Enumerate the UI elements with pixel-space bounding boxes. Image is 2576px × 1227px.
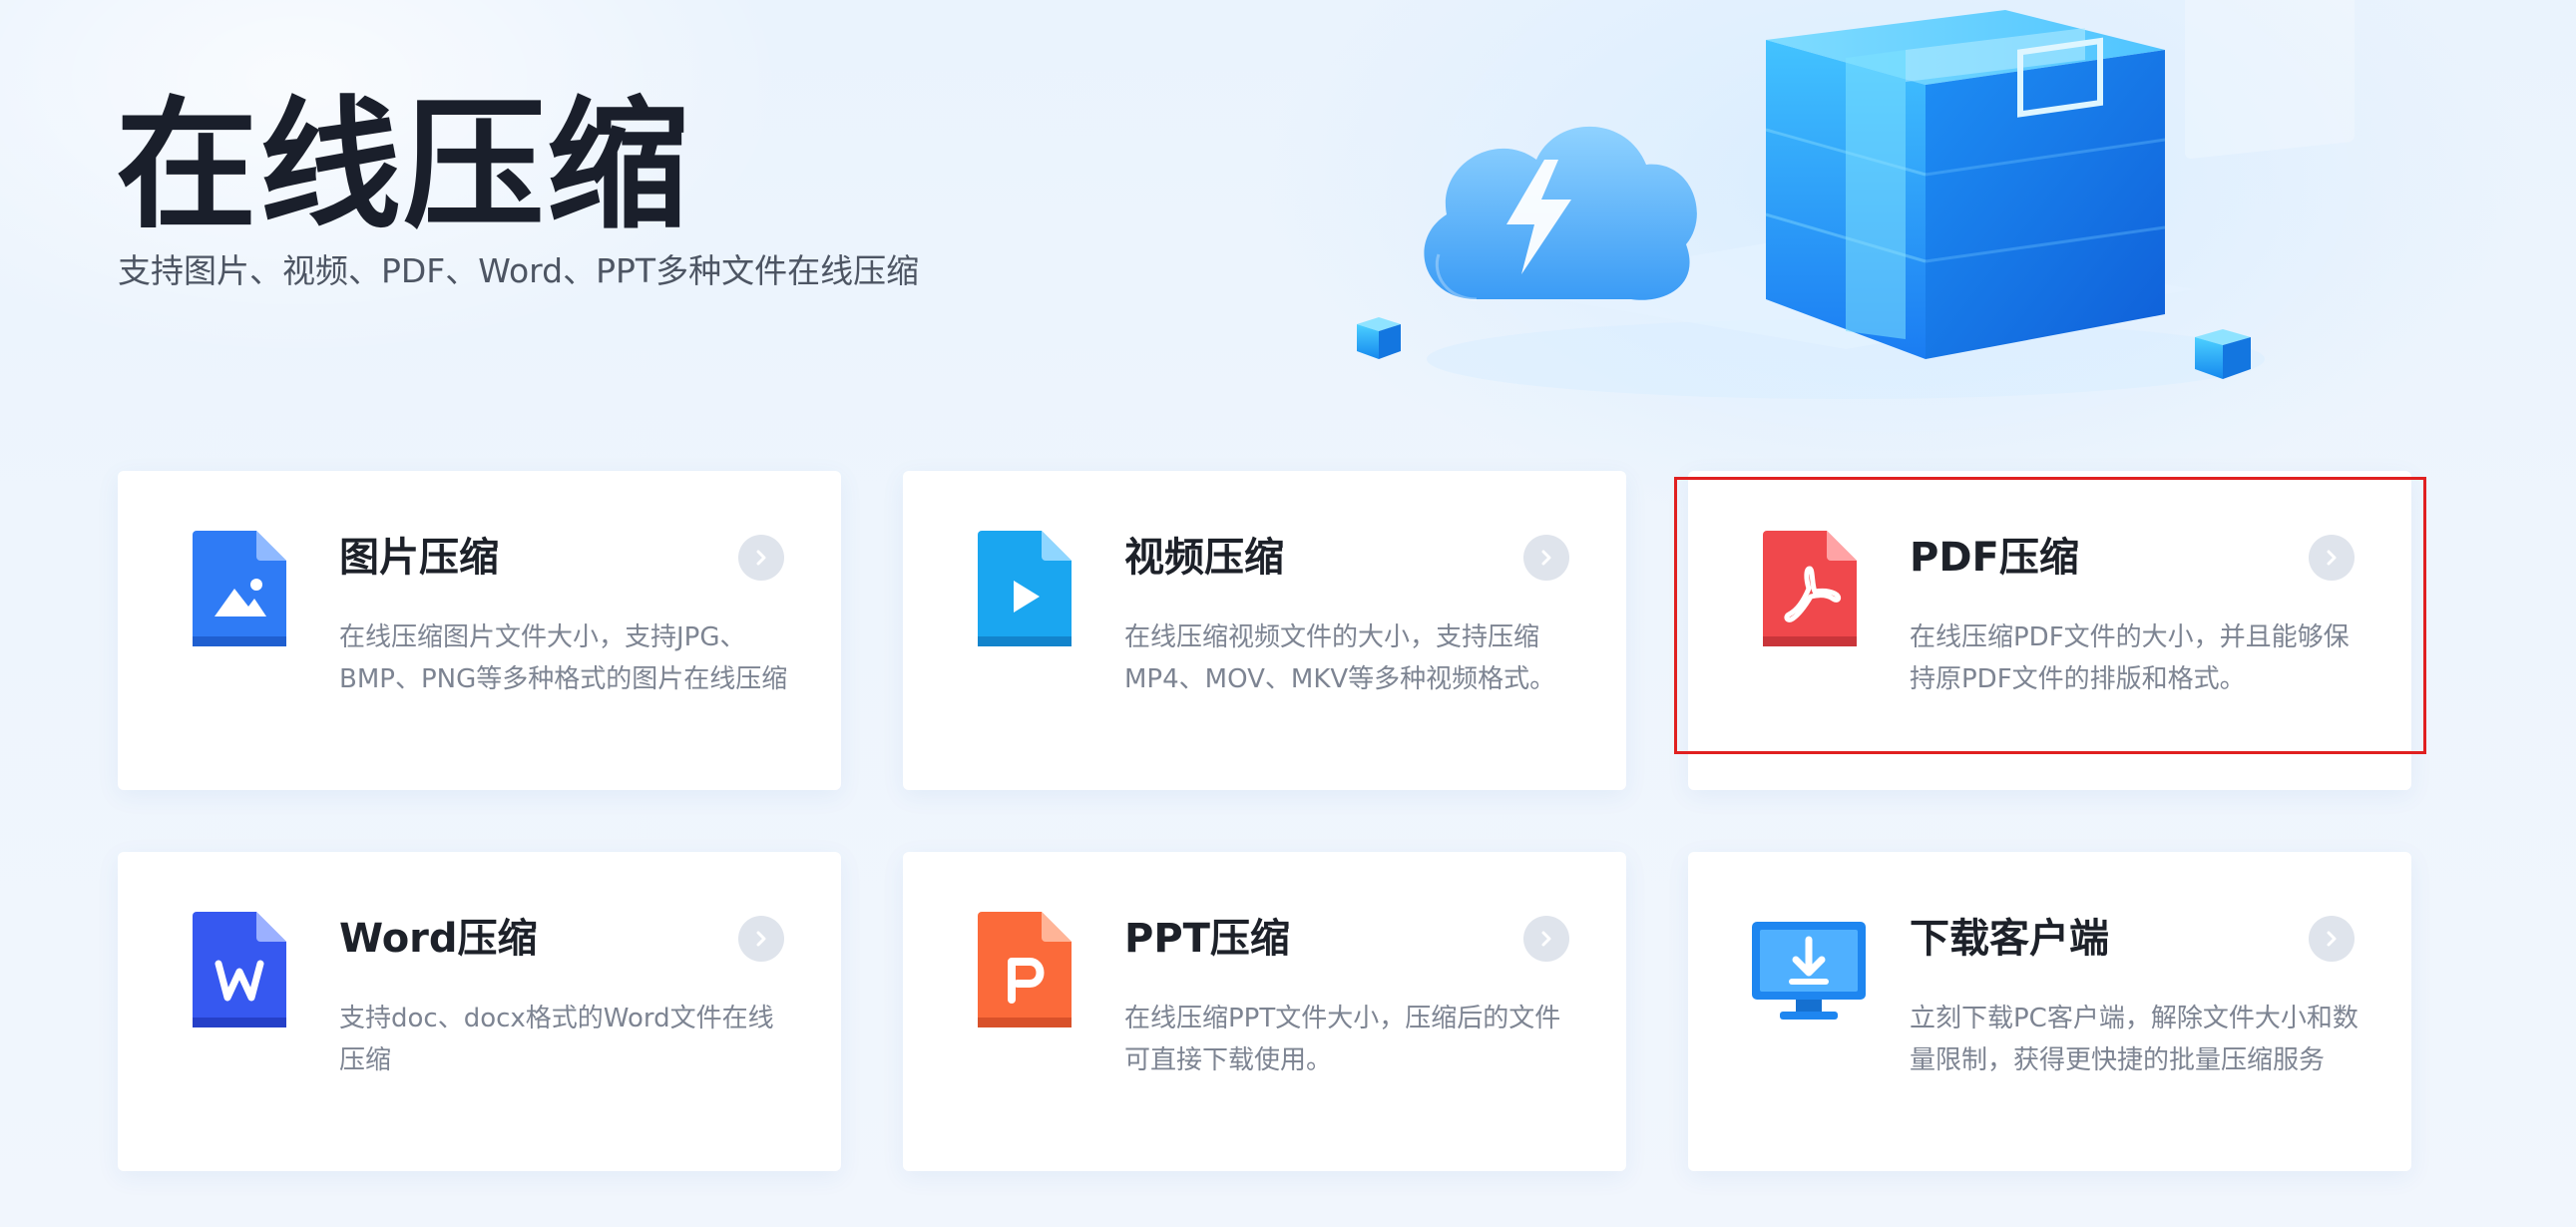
card-ppt-compress[interactable]: PPT压缩 在线压缩PPT文件大小，压缩后的文件可直接下载使用。 (903, 852, 1626, 1171)
image-file-icon (193, 531, 286, 646)
card-video-compress[interactable]: 视频压缩 在线压缩视频文件的大小，支持压缩MP4、MOV、MKV等多种视频格式。 (903, 471, 1626, 790)
monitor-download-icon (1750, 912, 1868, 1027)
card-title: PPT压缩 (1124, 916, 1290, 962)
ppt-file-icon (978, 912, 1072, 1027)
card-title: PDF压缩 (1910, 535, 2079, 581)
chevron-right-icon[interactable] (1523, 535, 1569, 581)
card-description: 在线压缩视频文件的大小，支持压缩MP4、MOV、MKV等多种视频格式。 (1124, 622, 1556, 694)
card-title: Word压缩 (339, 916, 538, 962)
page-subtitle: 支持图片、视频、PDF、Word、PPT多种文件在线压缩 (118, 251, 920, 290)
page-title: 在线压缩 (116, 84, 690, 248)
card-word-compress[interactable]: Word压缩 支持doc、docx格式的Word文件在线压缩 (118, 852, 841, 1171)
chevron-right-icon[interactable] (2309, 535, 2355, 581)
chevron-right-icon[interactable] (1523, 916, 1569, 962)
card-description: 立刻下载PC客户端，解除文件大小和数量限制，获得更快捷的批量压缩服务 (1910, 1004, 2359, 1075)
word-file-icon (193, 912, 286, 1027)
chevron-right-icon[interactable] (738, 916, 784, 962)
chevron-right-icon[interactable] (738, 535, 784, 581)
card-pdf-compress[interactable]: PDF压缩 在线压缩PDF文件的大小，并且能够保持原PDF文件的排版和格式。 (1688, 471, 2411, 790)
card-description: 在线压缩图片文件大小，支持JPG、BMP、PNG等多种格式的图片在线压缩 (339, 622, 788, 694)
card-description: 支持doc、docx格式的Word文件在线压缩 (339, 1004, 774, 1075)
card-title: 图片压缩 (339, 535, 499, 581)
chevron-right-icon[interactable] (2309, 916, 2355, 962)
card-title: 下载客户端 (1910, 916, 2109, 962)
card-description: 在线压缩PPT文件大小，压缩后的文件可直接下载使用。 (1124, 1004, 1561, 1075)
card-title: 视频压缩 (1124, 535, 1284, 581)
card-image-compress[interactable]: 图片压缩 在线压缩图片文件大小，支持JPG、BMP、PNG等多种格式的图片在线压… (118, 471, 841, 790)
video-file-icon (978, 531, 1072, 646)
card-download-client[interactable]: 下载客户端 立刻下载PC客户端，解除文件大小和数量限制，获得更快捷的批量压缩服务 (1688, 852, 2411, 1171)
hero-illustration (1327, 0, 2576, 419)
card-description: 在线压缩PDF文件的大小，并且能够保持原PDF文件的排版和格式。 (1910, 622, 2350, 694)
pdf-file-icon (1763, 531, 1857, 646)
